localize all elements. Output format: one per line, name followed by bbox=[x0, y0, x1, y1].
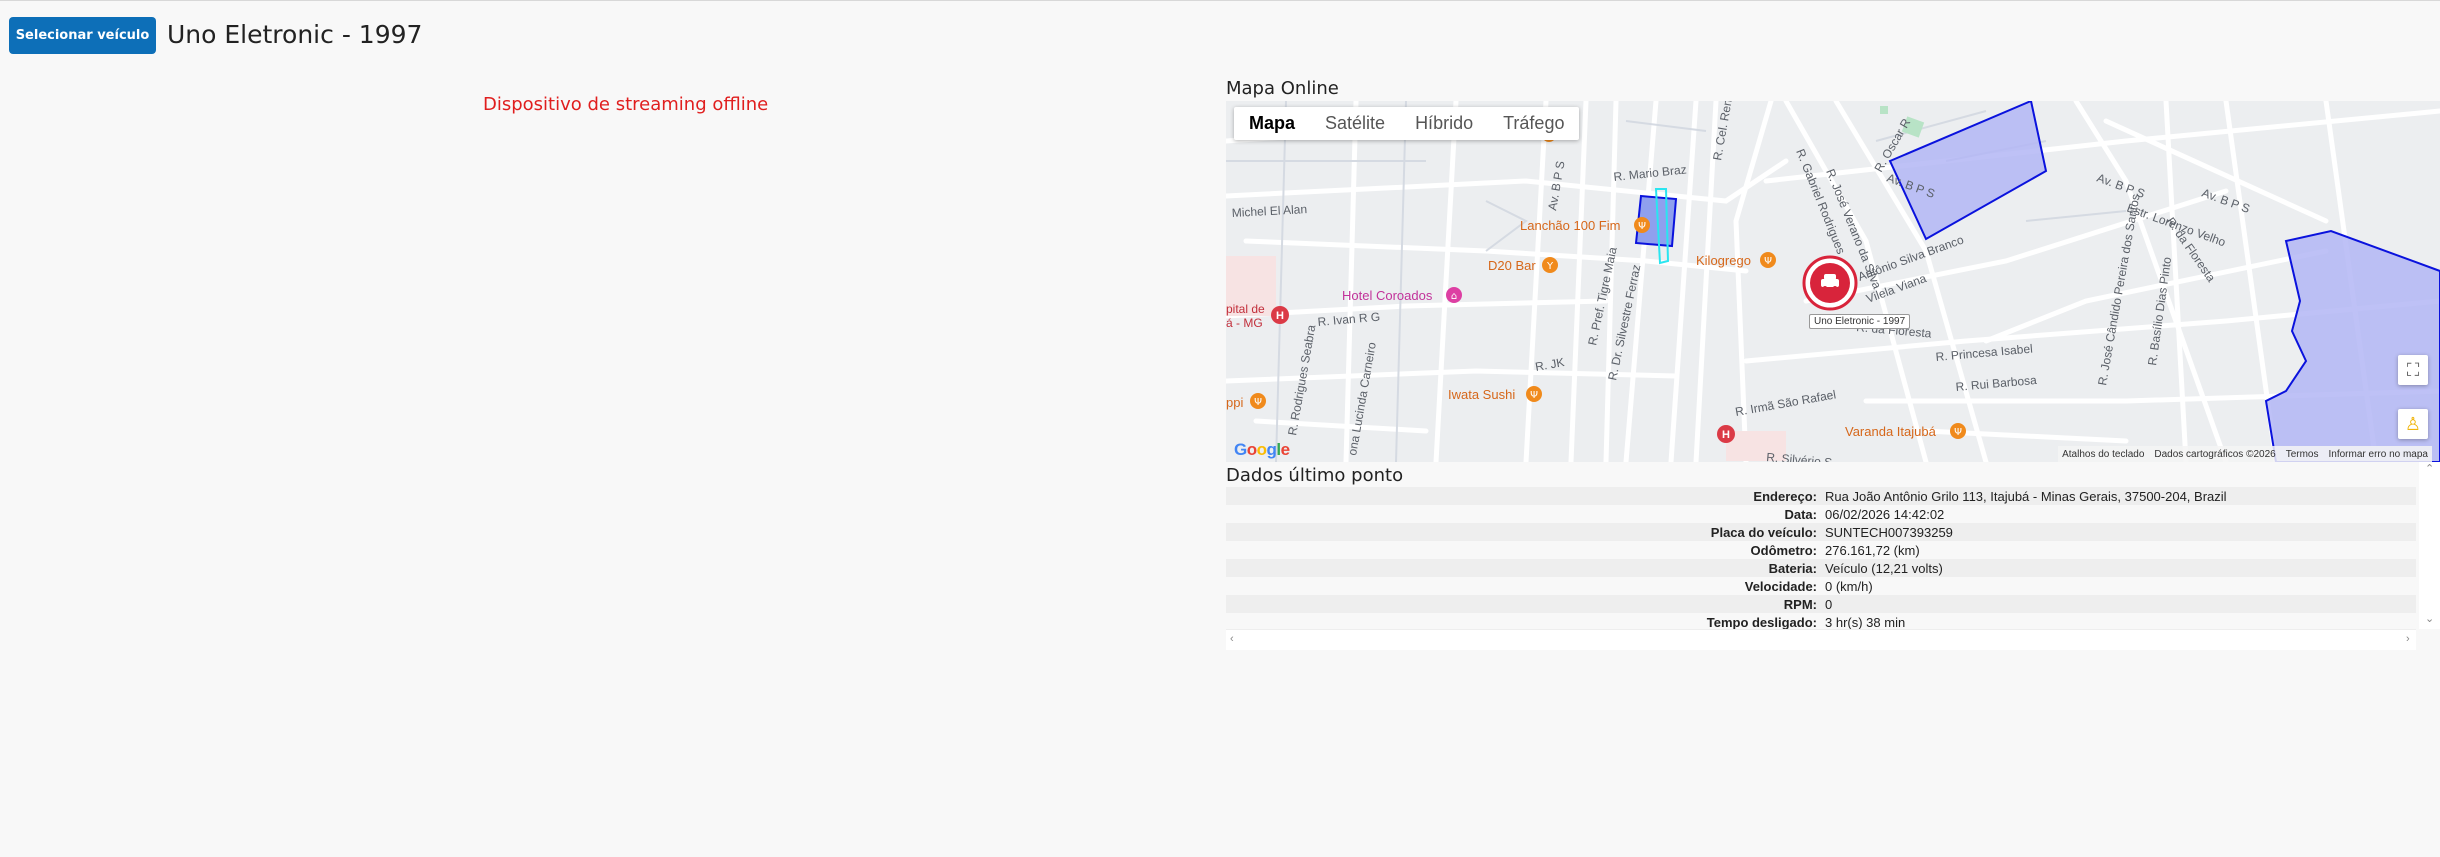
horizontal-scrollbar[interactable]: ‹ › bbox=[1226, 629, 2416, 650]
svg-text:Ψ: Ψ bbox=[1530, 390, 1538, 401]
table-row: Velocidade: 0 (km/h) bbox=[1226, 577, 2416, 595]
table-row: Endereço: Rua João Antônio Grilo 113, Ita… bbox=[1226, 487, 2416, 505]
poi-hospital-icon[interactable]: H bbox=[1717, 425, 1735, 443]
svg-text:Ψ: Ψ bbox=[1638, 221, 1646, 232]
map-type-control[interactable]: Mapa Satélite Híbrido Tráfego bbox=[1234, 107, 1580, 140]
poi-hotel-icon[interactable]: ⌂ bbox=[1446, 287, 1462, 303]
map-attribution: Atalhos do teclado Dados cartográficos ©… bbox=[2058, 446, 2432, 462]
row-value: 276.161,72 (km) bbox=[1825, 542, 1920, 558]
map-data-credit: Dados cartográficos ©2026 bbox=[2154, 448, 2276, 460]
map-type-hybrid[interactable]: Híbrido bbox=[1400, 107, 1488, 140]
svg-text:Michel El Alan: Michel El Alan bbox=[1231, 202, 1307, 220]
poi-hospital-icon[interactable]: H bbox=[1271, 306, 1289, 324]
svg-text:R. Rui Barbosa: R. Rui Barbosa bbox=[1955, 373, 2038, 394]
last-point-table: Endereço: Rua João Antônio Grilo 113, Ita… bbox=[1226, 487, 2416, 631]
row-label: Endereço: bbox=[1226, 487, 1821, 505]
online-map[interactable]: Ψ Lanchão 100 Fim Y D20 Bar Ψ Kilogrego … bbox=[1226, 101, 2440, 462]
row-label: Placa do veículo: bbox=[1226, 523, 1821, 541]
street-labels: R. Mario Braz Av. B P S R. Cel. Ren R. G… bbox=[1231, 101, 2251, 462]
street-view-pegman-icon[interactable]: ♙ bbox=[2398, 409, 2428, 439]
poi-label: Kilogrego bbox=[1696, 253, 1751, 268]
map-type-map[interactable]: Mapa bbox=[1234, 107, 1310, 140]
row-label: Odômetro: bbox=[1750, 542, 1817, 558]
poi-d20-bar-icon[interactable]: Y bbox=[1542, 257, 1558, 273]
poi-kilogrego-icon[interactable]: Ψ bbox=[1760, 252, 1776, 268]
svg-text:R. Irmã São Rafael: R. Irmã São Rafael bbox=[1734, 387, 1837, 419]
poi-ppi-icon[interactable]: Ψ bbox=[1250, 393, 1266, 409]
vertical-scrollbar[interactable]: ⌃ ⌄ bbox=[2419, 462, 2440, 629]
poi-label: pital de á - MG bbox=[1226, 302, 1265, 330]
scroll-left-icon[interactable]: ‹ bbox=[1230, 633, 1234, 645]
svg-text:Ψ: Ψ bbox=[1254, 397, 1262, 408]
poi-label: Varanda Itajubá bbox=[1845, 424, 1937, 439]
row-label: RPM: bbox=[1226, 595, 1821, 613]
vehicle-title: Uno Eletronic - 1997 bbox=[167, 20, 423, 49]
row-value: Rua João Antônio Grilo 113, Itajubá - Mi… bbox=[1821, 487, 2416, 505]
terms-link[interactable]: Termos bbox=[2286, 449, 2319, 460]
row-value: SUNTECH007393259 bbox=[1821, 523, 2416, 541]
svg-text:Y: Y bbox=[1546, 261, 1554, 272]
svg-text:H: H bbox=[1276, 310, 1284, 322]
google-logo: Google bbox=[1234, 440, 1290, 459]
park-area bbox=[1880, 106, 1888, 114]
scroll-down-icon[interactable]: ⌄ bbox=[2425, 612, 2434, 625]
map-type-traffic[interactable]: Tráfego bbox=[1488, 107, 1579, 140]
stream-offline-message: Dispositivo de streaming offline bbox=[483, 94, 769, 115]
row-label: Data: bbox=[1784, 506, 1817, 522]
scroll-right-icon[interactable]: › bbox=[2406, 633, 2410, 645]
table-row: Bateria: Veículo (12,21 volts) bbox=[1226, 559, 2416, 577]
row-value: 06/02/2026 14:42:02 bbox=[1825, 506, 1945, 522]
poi-label: Hotel Coroados bbox=[1342, 288, 1433, 303]
row-value: 0 bbox=[1821, 595, 2416, 613]
table-row: Odômetro: 276.161,72 (km) bbox=[1226, 541, 2416, 559]
map-canvas[interactable]: Ψ Lanchão 100 Fim Y D20 Bar Ψ Kilogrego … bbox=[1226, 101, 2440, 462]
svg-text:H: H bbox=[1722, 429, 1730, 441]
poi-label: D20 Bar bbox=[1488, 258, 1536, 273]
table-row: Data: 06/02/2026 14:42:02 bbox=[1226, 505, 2416, 523]
svg-text:R. Silvério S: R. Silvério S bbox=[1766, 450, 1833, 462]
svg-text:⌂: ⌂ bbox=[1451, 291, 1457, 302]
poi-label: Lanchão 100 Fim bbox=[1520, 218, 1620, 233]
top-border bbox=[0, 0, 2440, 1]
row-label: Bateria: bbox=[1226, 559, 1821, 577]
row-value: 0 (km/h) bbox=[1825, 578, 1873, 594]
row-label: Velocidade: bbox=[1744, 578, 1817, 594]
last-point-title: Dados último ponto bbox=[1226, 465, 1404, 486]
map-type-satellite[interactable]: Satélite bbox=[1310, 107, 1400, 140]
poi-lanchao-icon[interactable]: Ψ bbox=[1634, 217, 1650, 233]
row-value: Veículo (12,21 volts) bbox=[1821, 559, 2416, 577]
keyboard-shortcuts-link[interactable]: Atalhos do teclado bbox=[2062, 449, 2144, 460]
map-title: Mapa Online bbox=[1226, 78, 1339, 99]
table-row: Placa do veículo: SUNTECH007393259 bbox=[1226, 523, 2416, 541]
select-vehicle-button[interactable]: Selecionar veículo bbox=[9, 17, 156, 54]
table-row: RPM: 0 bbox=[1226, 595, 2416, 613]
vehicle-marker[interactable] bbox=[1802, 255, 1858, 311]
fullscreen-icon[interactable]: ⛶ bbox=[2398, 355, 2428, 385]
poi-varanda-icon[interactable]: Ψ bbox=[1950, 423, 1966, 439]
poi-iwata-sushi-icon[interactable]: Ψ bbox=[1526, 386, 1542, 402]
vehicle-marker-label: Uno Eletronic - 1997 bbox=[1809, 314, 1911, 329]
svg-text:Ψ: Ψ bbox=[1764, 256, 1772, 267]
svg-text:Ψ: Ψ bbox=[1954, 427, 1962, 438]
poi-label: Iwata Sushi bbox=[1448, 387, 1515, 402]
scroll-up-icon[interactable]: ⌃ bbox=[2425, 462, 2434, 475]
report-error-link[interactable]: Informar erro no mapa bbox=[2329, 449, 2429, 460]
poi-label: ppi bbox=[1226, 395, 1243, 410]
